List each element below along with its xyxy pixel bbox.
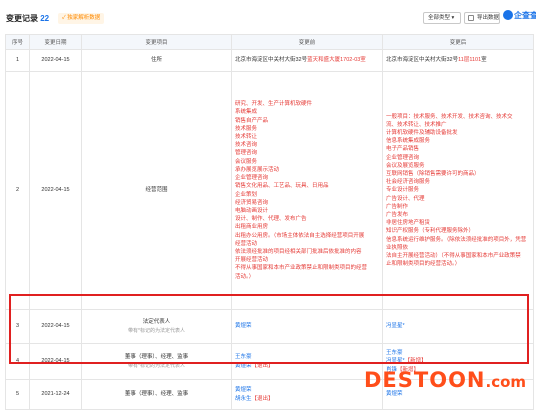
- scope-line: 法自主开展经营活动）（不得从事国家和本市产业政策禁: [386, 253, 521, 260]
- scope-line: 研究、开发、生产计算机软硬件: [235, 101, 313, 108]
- scope-line: 依法须经批准的项目经相关部门批准后依批准的内容: [235, 248, 362, 255]
- scope-line: 广告制作: [386, 203, 409, 210]
- table-header-row: 序号 变更日期 变更项目 变更前 变更后: [5, 34, 534, 50]
- scope-line: 计算机软硬件及辅助设备批发: [386, 129, 458, 136]
- person-entry: 黄煜荣: [235, 386, 379, 394]
- scope-line: 技术服务: [235, 125, 258, 132]
- export-icon: [468, 15, 474, 21]
- scope-line: 承办展览展示活动: [235, 166, 280, 173]
- scope-line: 止和限制类项目的经营活动。）: [386, 261, 461, 268]
- scope-line: 非居住房地产租赁: [386, 220, 431, 227]
- person-entry: 胡永生【退出】: [235, 395, 379, 403]
- person-link[interactable]: 王东豪: [386, 350, 403, 356]
- scope-line: 出租商业用房: [235, 224, 269, 231]
- change-tag: 【新增】: [404, 358, 427, 365]
- change-records-table: 序号 变更日期 变更项目 变更前 变更后 1 2022-04-15 住所 北京市…: [5, 34, 534, 410]
- col-header-before: 变更前: [231, 34, 383, 50]
- scope-line: 出租办公用房。（市场主体依法自主选择经营项目开展: [235, 232, 365, 239]
- table-row: 1 2022-04-15 住所 北京市海淀区中关村大街32号蓝天和盛大厦1702…: [5, 49, 534, 72]
- scope-line: 企业管理咨询: [386, 154, 420, 161]
- scope-line: 技术转让: [235, 134, 258, 141]
- person-entry: 王东豪: [235, 353, 379, 361]
- scope-line: 经济贸易咨询: [235, 199, 269, 206]
- after-value: 冯显星*: [382, 309, 534, 344]
- export-data-button[interactable]: 导出数据: [464, 12, 500, 24]
- change-tag: 【退出】: [251, 395, 274, 402]
- col-header-after: 变更后: [382, 34, 534, 50]
- section-title: 变更记录 22: [6, 14, 50, 23]
- person-entry: 黄煜荣【退出】: [235, 362, 379, 370]
- scope-line: 一般项目：技术服务、技术开发、技术咨询、技术交: [386, 113, 513, 120]
- person-link[interactable]: 胡永生: [235, 396, 252, 402]
- type-filter-select[interactable]: 全部类型 ▾: [423, 12, 461, 24]
- before-value: 王东豪黄煜荣【退出】: [231, 343, 383, 380]
- scope-line: 企业策划: [235, 191, 258, 198]
- exclusive-data-badge: ✓ 独家解析数据: [58, 13, 105, 24]
- scope-line: 信息系统集成服务: [386, 138, 431, 145]
- person-link[interactable]: 冯显星*: [386, 358, 405, 364]
- scope-line: 广告发布: [386, 212, 409, 218]
- scope-line: 社会经济咨询服务: [386, 179, 431, 186]
- qichacha-logo: 企查查: [503, 9, 536, 26]
- scope-line: 技术咨询: [235, 142, 258, 149]
- person-link[interactable]: 黄煜荣: [235, 363, 252, 369]
- before-value: 研究、开发、生产计算机软硬件 系统集成 销售自产产品 技术服务技术转让 技术咨询 管理咨询…: [231, 71, 383, 310]
- scope-line: 互联网销售（除销售需要许可的商品）: [386, 170, 480, 177]
- scope-line: 不得从事国家和本市产业政策禁止和限制类项目的经营: [235, 265, 368, 272]
- person-entry: 王东豪: [386, 349, 530, 357]
- scope-line: 经营活动: [235, 240, 258, 247]
- scope-line: 会议服务: [235, 158, 258, 165]
- scope-line: 管理咨询: [235, 150, 258, 157]
- scope-line: 电子产品销售: [386, 146, 420, 153]
- scope-line: 广告设计、代理: [386, 195, 425, 202]
- scope-line: 活动。）: [235, 273, 255, 280]
- person-link[interactable]: 黄煜荣: [235, 387, 252, 393]
- scope-line: 电脑动画设计: [235, 207, 269, 214]
- scope-line: 设计、制作、代理、发布广告: [235, 216, 307, 223]
- person-link[interactable]: 冯显星*: [386, 323, 405, 329]
- after-value: 北京市海淀区中关村大街32号11层1101室: [382, 49, 534, 72]
- scope-line: 知识产权服务（专利代理服务除外）: [386, 228, 475, 235]
- person-link[interactable]: 王东豪: [235, 354, 252, 360]
- person-link[interactable]: 黄煜荣: [386, 391, 403, 397]
- scope-line: 销售文化用品、工艺品、玩具、日用品: [235, 183, 329, 190]
- col-header-date: 变更日期: [29, 34, 82, 50]
- before-value: 黄煜荣: [231, 309, 383, 344]
- table-row: 3 2022-04-15 法定代表人 带有*标记的为法定代表人 黄煜荣 冯显星*: [5, 309, 534, 344]
- before-value: 北京市海淀区中关村大街32号蓝天和盛大厦1702-03室: [231, 49, 383, 72]
- scope-line: 系统集成: [235, 109, 258, 116]
- logo-icon: [503, 9, 513, 20]
- scope-line: 开展经营活动: [235, 257, 269, 264]
- header: 变更记录 22 ✓ 独家解析数据 全部类型 ▾ 导出数据 企查查: [0, 0, 536, 34]
- after-value: 一般项目：技术服务、技术开发、技术咨询、技术交 流、技术转让、技术推广 计算机软硬件…: [382, 71, 534, 310]
- scope-line: 信息系统运行维护服务。（除依法须经批准的项目外，凭营业执照依: [386, 236, 527, 251]
- before-value: 黄煜荣胡永生【退出】: [231, 379, 383, 410]
- scope-line: 专业设计服务: [386, 187, 420, 194]
- scope-line: 企业管理咨询: [235, 175, 269, 182]
- watermark: DESTOON.com: [364, 368, 527, 392]
- record-count: 22: [40, 14, 50, 23]
- person-link[interactable]: 黄煜荣: [235, 323, 252, 329]
- table-row: 2 2022-04-15 经营范围 研究、开发、生产计算机软硬件 系统集成 销售自产…: [5, 71, 534, 310]
- col-header-no: 序号: [5, 34, 30, 50]
- scope-line: 销售自产产品: [235, 117, 269, 124]
- scope-line: 流、技术转让、技术推广: [386, 121, 447, 128]
- person-entry: 冯显星*【新增】: [386, 357, 530, 365]
- scope-line: 会议及展览服务: [386, 162, 425, 169]
- change-tag: 【退出】: [251, 362, 274, 369]
- col-header-item: 变更项目: [81, 34, 232, 50]
